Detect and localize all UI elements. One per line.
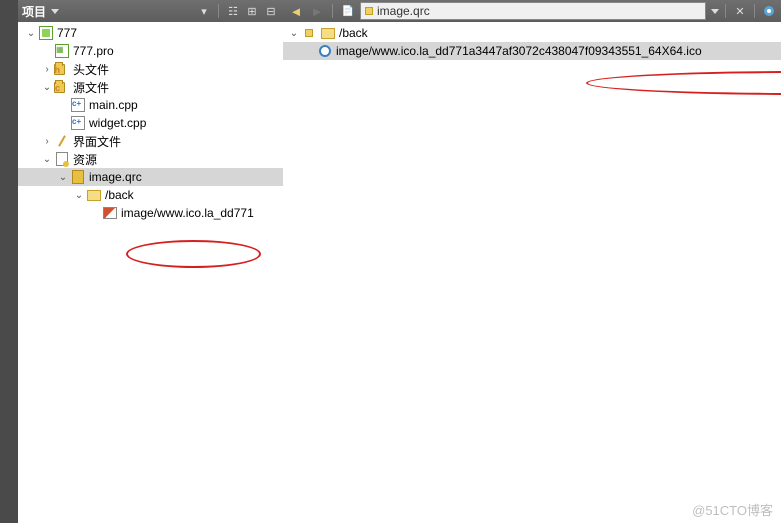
resources-icon: [54, 151, 70, 167]
editor-toolbar: ◄ ► 📄 image.qrc ✕: [283, 0, 781, 22]
project-pane: 项目 ▾ ☷ ⊞ ⊟ ⌄777▦777.pro›h头文件⌄c源文件c+main.…: [18, 0, 283, 523]
editor-pane: ◄ ► 📄 image.qrc ✕ ⌄ /back image/www.ico.la…: [283, 0, 781, 523]
chevron-down-icon[interactable]: ⌄: [56, 172, 70, 183]
forms-folder-icon: [54, 133, 70, 149]
annotation-ellipse: [586, 71, 781, 95]
tree-row[interactable]: ⌄c源文件: [18, 78, 283, 96]
layout-button[interactable]: ☷: [225, 3, 241, 19]
lock-icon: [365, 7, 373, 15]
tree-row[interactable]: ⌄ 777: [18, 24, 283, 42]
tree-row[interactable]: ⌄ /back: [18, 186, 283, 204]
tree-item-label: /back: [339, 26, 368, 40]
tree-item-label: image/www.ico.la_dd771a3447af3072c438047…: [336, 44, 702, 58]
project-icon: [38, 25, 54, 41]
ico-file-icon: [317, 43, 333, 59]
tree-item-label: 头文件: [73, 61, 109, 78]
source-folder-icon: h: [54, 61, 70, 77]
add-button[interactable]: ⊞: [244, 3, 260, 19]
tree-row[interactable]: › 界面文件: [18, 132, 283, 150]
separator: [725, 4, 726, 18]
tree-item-label: 界面文件: [73, 133, 121, 150]
lock-icon: [301, 25, 317, 41]
tree-item-label: 777.pro: [73, 44, 114, 58]
title-dropdown-icon[interactable]: [51, 9, 59, 14]
tree-item-label: image.qrc: [89, 170, 142, 184]
tree-item-label: 资源: [73, 151, 97, 168]
tree-row[interactable]: image/www.ico.la_dd771: [18, 204, 283, 222]
filter-button[interactable]: ▾: [196, 3, 212, 19]
path-dropdown-icon[interactable]: [711, 9, 719, 14]
pane-title: 项目: [22, 3, 46, 20]
resource-tree[interactable]: ⌄ /back image/www.ico.la_dd771a3447af3072c…: [283, 22, 781, 523]
image-file-icon: [102, 205, 118, 221]
source-folder-icon: c: [54, 79, 70, 95]
debug-icon[interactable]: [761, 3, 777, 19]
tree-row[interactable]: c+widget.cpp: [18, 114, 283, 132]
separator: [332, 4, 333, 18]
tree-item-label: main.cpp: [89, 98, 138, 112]
tree-row[interactable]: ⌄ 资源: [18, 150, 283, 168]
separator: [218, 4, 219, 18]
qrc-file-icon: [70, 169, 86, 185]
tree-row[interactable]: c+main.cpp: [18, 96, 283, 114]
separator: [754, 4, 755, 18]
chevron-right-icon[interactable]: ›: [40, 136, 54, 147]
chevron-down-icon[interactable]: ⌄: [40, 154, 54, 165]
pro-file-icon: ▦: [54, 43, 70, 59]
tree-row[interactable]: ⌄ image.qrc: [18, 168, 283, 186]
tree-item-label: image/www.ico.la_dd771: [121, 206, 254, 220]
chevron-down-icon[interactable]: ⌄: [72, 190, 86, 201]
project-tree[interactable]: ⌄777▦777.pro›h头文件⌄c源文件c+main.cppc+widget…: [18, 22, 283, 523]
project-titlebar: 项目 ▾ ☷ ⊞ ⊟: [18, 0, 283, 22]
tree-row[interactable]: ›h头文件: [18, 60, 283, 78]
chevron-down-icon[interactable]: ⌄: [287, 28, 301, 39]
annotation-ellipse: [126, 240, 261, 268]
watermark: 51CTO博客: [692, 500, 773, 519]
nav-back-button[interactable]: ◄: [287, 2, 305, 20]
file-path-field[interactable]: image.qrc: [360, 2, 706, 20]
tree-row[interactable]: image/www.ico.la_dd771a3447af3072c438047…: [283, 42, 781, 60]
tree-row[interactable]: ▦777.pro: [18, 42, 283, 60]
collapse-button[interactable]: ⊟: [263, 3, 279, 19]
cpp-file-icon: c+: [70, 115, 86, 131]
file-path-text: image.qrc: [377, 4, 430, 18]
nav-forward-button[interactable]: ►: [308, 2, 326, 20]
chevron-down-icon[interactable]: ⌄: [24, 28, 38, 39]
chevron-right-icon[interactable]: ›: [40, 64, 54, 75]
cpp-file-icon: c+: [70, 97, 86, 113]
tree-item-label: 777: [57, 26, 77, 40]
left-gutter: [0, 0, 18, 523]
tree-item-label: 源文件: [73, 79, 109, 96]
folder-icon: [320, 25, 336, 41]
tree-item-label: widget.cpp: [89, 116, 146, 130]
tree-item-label: /back: [105, 188, 134, 202]
chevron-down-icon[interactable]: ⌄: [40, 82, 54, 93]
write-lock-icon[interactable]: 📄: [339, 2, 357, 20]
folder-icon: [86, 187, 102, 203]
close-file-button[interactable]: ✕: [732, 3, 748, 19]
tree-row[interactable]: ⌄ /back: [283, 24, 781, 42]
